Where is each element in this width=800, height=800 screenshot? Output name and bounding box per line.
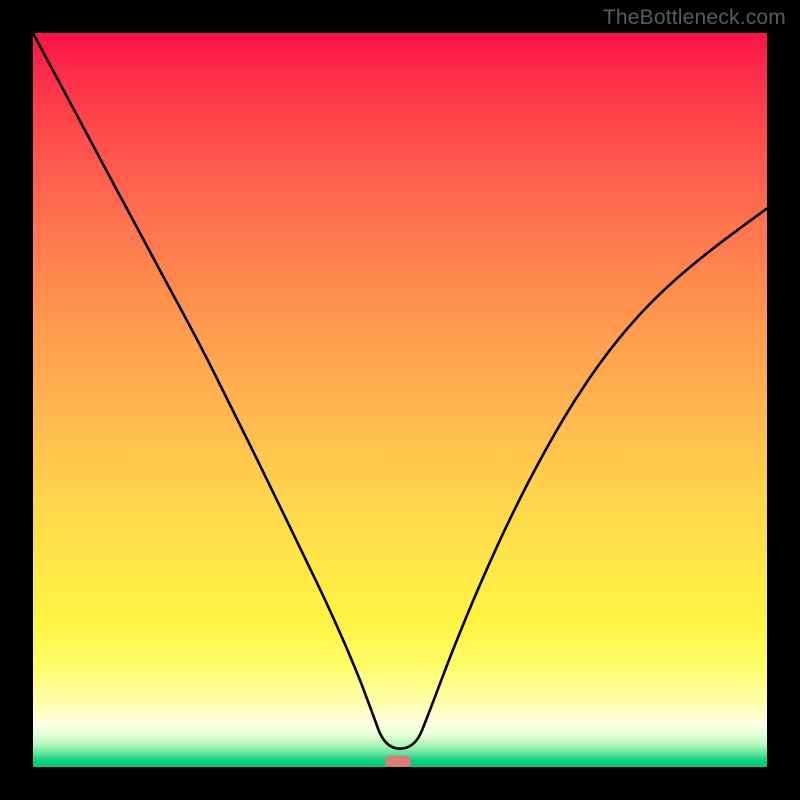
attribution-text: TheBottleneck.com xyxy=(603,6,786,30)
plot-area xyxy=(33,33,767,767)
chart-frame: TheBottleneck.com xyxy=(0,0,800,800)
bottleneck-curve xyxy=(33,33,767,767)
